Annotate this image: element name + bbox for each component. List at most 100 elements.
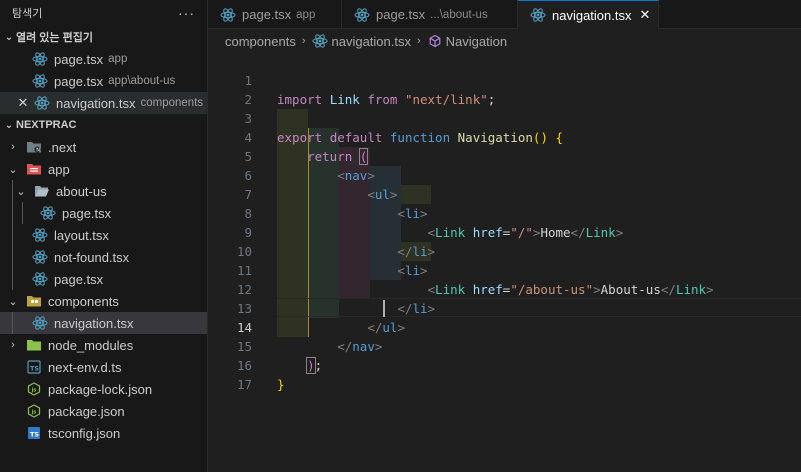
code-line: 11 <Link href="/about-us">About-us</Link… (208, 242, 801, 297)
project-section-header[interactable]: ⌄ NEXTPRAC (0, 114, 207, 136)
explorer-title: 탐색기 (12, 8, 43, 20)
chevron-right-icon: › (301, 35, 306, 47)
chevron-down-icon: ⌄ (4, 119, 14, 131)
react-file-icon (220, 7, 236, 23)
components-folder-icon (26, 293, 42, 309)
line-number: 17 (236, 377, 252, 392)
svg-text:N: N (36, 147, 40, 153)
code-line: 4 return ( (208, 109, 801, 165)
open-editor-path: app\about-us (108, 75, 176, 87)
code-line: 2 (208, 71, 801, 107)
tree-file[interactable]: TS tsconfig.json (0, 422, 207, 444)
code-line: 8 <Link href="/">Home</Link> (208, 185, 801, 240)
tree-folder-app[interactable]: ⌄ app (0, 158, 207, 180)
react-file-icon (32, 315, 48, 331)
app-folder-icon (26, 161, 42, 177)
open-editor-path: components (140, 97, 204, 109)
code-line: 15 ); (208, 318, 801, 374)
code-line: 3 export default function Navigation() { (208, 90, 801, 145)
tree-file[interactable]: not-found.tsx (0, 246, 207, 268)
tab-page-about-us[interactable]: page.tsx ...\about-us (342, 0, 518, 29)
tree-file[interactable]: js package.json (0, 400, 207, 422)
code-editor[interactable]: 1 import Link from "next/link"; 2 3 expo… (208, 52, 801, 472)
tree-label: not-found.tsx (54, 249, 130, 265)
code-line-current: 14 </nav> (208, 299, 801, 354)
tab-navigation[interactable]: navigation.tsx ✕ (518, 0, 659, 29)
react-file-icon (32, 249, 48, 265)
code-line: 6 <ul> (208, 147, 801, 202)
folder-open-icon (34, 183, 50, 199)
next-folder-icon: N (26, 139, 42, 155)
svg-text:js: js (31, 388, 37, 394)
breadcrumb-symbol[interactable]: Navigation (446, 34, 507, 49)
symbol-class-icon (427, 33, 443, 49)
breadcrumb-file[interactable]: navigation.tsx (332, 34, 412, 49)
typescript-file-icon: TS (26, 359, 42, 375)
chevron-right-icon: › (11, 339, 15, 351)
svg-text:TS: TS (30, 431, 39, 439)
open-editor-item-active[interactable]: ✕ navigation.tsx components (0, 92, 207, 114)
react-file-icon (32, 227, 48, 243)
tree-file[interactable]: page.tsx (0, 268, 207, 290)
chevron-down-icon: ⌄ (8, 163, 18, 176)
open-editors-title: 열려 있는 편집기 (16, 32, 93, 44)
tree-folder-about-us[interactable]: ⌄ about-us (0, 180, 207, 202)
code-line: 10 <li> (208, 223, 801, 278)
tree-folder-components[interactable]: ⌄ components (0, 290, 207, 312)
tab-filename: navigation.tsx (552, 7, 632, 23)
open-editor-filename: navigation.tsx (56, 95, 136, 111)
editor-tab-bar: page.tsx app page.tsx ...\about-us navig… (208, 0, 801, 29)
code-line: 12 </li> (208, 261, 801, 316)
tree-label: app (48, 161, 70, 177)
explorer-header: 탐색기 ··· (0, 0, 207, 26)
tree-file[interactable]: TS next-env.d.ts (0, 356, 207, 378)
code-line: 1 import Link from "next/link"; (208, 52, 801, 107)
tree-file[interactable]: js package-lock.json (0, 378, 207, 400)
tsconfig-file-icon: TS (26, 425, 42, 441)
open-editor-filename: page.tsx (54, 73, 104, 89)
breadcrumb-folder[interactable]: components (225, 34, 296, 49)
tree-label: node_modules (48, 337, 134, 353)
tree-label: page.tsx (54, 271, 104, 287)
tab-filename: page.tsx (242, 7, 292, 22)
indent-guide (12, 224, 13, 246)
tab-page-app[interactable]: page.tsx app (208, 0, 342, 29)
tree-file[interactable]: layout.tsx (0, 224, 207, 246)
more-actions-icon[interactable]: ··· (178, 5, 195, 21)
svg-text:TS: TS (30, 365, 39, 373)
tree-folder-node-modules[interactable]: › node_modules (0, 334, 207, 356)
node-js-file-icon: js (26, 403, 42, 419)
code-line: 7 <li> (208, 166, 801, 221)
open-editor-item[interactable]: page.tsx app\about-us (0, 70, 207, 92)
chevron-down-icon: ⌄ (4, 31, 14, 43)
tree-label: page.tsx (62, 205, 112, 221)
react-file-icon (354, 7, 370, 23)
code-line: 5 <nav> (208, 128, 801, 183)
code-line: 17 (208, 356, 801, 392)
close-tab-icon[interactable]: ✕ (640, 7, 651, 23)
open-editor-filename: page.tsx (54, 51, 104, 67)
code-line: 13 </ul> (208, 280, 801, 335)
svg-text:js: js (31, 410, 37, 416)
react-file-icon (32, 73, 48, 89)
breadcrumb: components › navigation.tsx › Navigation (208, 30, 801, 52)
react-file-icon (32, 51, 48, 67)
react-file-icon (40, 205, 56, 221)
indent-guide (12, 268, 13, 290)
indent-guide (12, 312, 13, 334)
tree-label: components (48, 293, 119, 309)
tree-label: tsconfig.json (48, 425, 121, 441)
close-editor-icon[interactable]: ✕ (16, 95, 30, 111)
indent-guide (22, 202, 23, 224)
react-file-icon (32, 271, 48, 287)
tree-file-selected[interactable]: navigation.tsx (0, 312, 207, 334)
tree-folder-next[interactable]: › N .next (0, 136, 207, 158)
open-editors-section-header[interactable]: ⌄ 열려 있는 편집기 (0, 26, 207, 48)
tree-file[interactable]: page.tsx (0, 202, 207, 224)
react-file-icon (34, 95, 50, 111)
open-editor-item[interactable]: page.tsx app (0, 48, 207, 70)
open-editor-path: app (108, 53, 128, 65)
react-file-icon (312, 33, 328, 49)
chevron-down-icon: ⌄ (8, 295, 18, 308)
node-js-file-icon: js (26, 381, 42, 397)
